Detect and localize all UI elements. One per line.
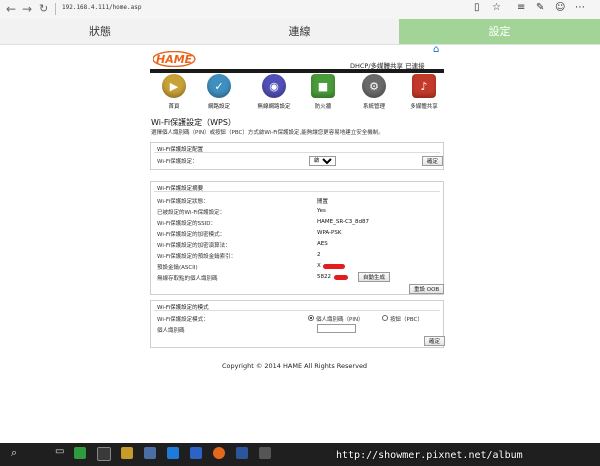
folder-icon[interactable]: [121, 447, 133, 459]
main-tabbar: 狀態 連線 設定: [0, 19, 600, 45]
config-confirm-button[interactable]: 確定: [422, 156, 444, 166]
note-icon[interactable]: ✎: [536, 2, 544, 13]
nav-label: 網路設定: [207, 104, 230, 110]
word-icon[interactable]: [236, 447, 248, 459]
wps-summary-section: Wi-Fi保護設定摘要 Wi-Fi保護設定狀態： 閒置 已被設定的Wi-Fi保護…: [150, 181, 445, 295]
pin-label: 個人識別碼: [157, 328, 185, 334]
favorite-star-icon[interactable]: ☆: [492, 2, 501, 13]
page-description: 選擇個人識別碼（PIN）或按鈕（PBC）方式啟Wi-Fi保護設定,能夠讓您更容易…: [151, 130, 384, 136]
tab-settings[interactable]: 設定: [399, 19, 600, 44]
summary-value: 閒置: [317, 199, 329, 205]
pin-option-label: 個人識別碼（PIN）: [316, 317, 364, 323]
refresh-icon[interactable]: ↻: [39, 2, 48, 15]
forward-icon[interactable]: →: [22, 2, 32, 16]
wps-enable-select[interactable]: 啟用: [309, 156, 336, 166]
nav-item-media[interactable]: ♪ 多媒體共享: [405, 74, 443, 110]
summary-label: Wi-Fi保護設定的預設金鑰索引：: [157, 254, 237, 260]
nav-item-wireless[interactable]: ◉ 無線網路設定: [255, 74, 293, 110]
browser-toolbar: ← → ↻ 192.168.4.111/home.asp ▯ ☆ ≡ ✎ ☺ ⋯: [0, 0, 600, 20]
summary-value: WPA-PSK: [317, 230, 342, 236]
summary-label: 無線存取點的個人識別碼: [157, 276, 218, 282]
nav-item-home[interactable]: ▶ 首頁: [155, 74, 193, 110]
tab-status[interactable]: 狀態: [0, 19, 200, 44]
url-divider: [55, 3, 56, 15]
logo-text: HAME: [156, 53, 193, 66]
pin-radio[interactable]: [308, 315, 314, 321]
redaction-mark: [323, 264, 345, 269]
nav-label: 多媒體共享: [410, 104, 438, 110]
browser-icon[interactable]: [167, 447, 179, 459]
search-icon[interactable]: ⌕: [11, 446, 17, 460]
more-icon[interactable]: ⋯: [575, 2, 585, 13]
tab-connection[interactable]: 連線: [200, 19, 399, 44]
nav-label: 系統管理: [362, 104, 385, 110]
app-icon[interactable]: [97, 447, 111, 461]
nav-label: 首頁: [168, 104, 180, 110]
section-divider: [154, 191, 440, 192]
play-icon: ▶: [162, 74, 186, 98]
nav-label: 防火牆: [314, 104, 332, 110]
wps-mode-label: Wi-Fi保護設定模式：: [157, 317, 209, 323]
summary-value: X: [317, 263, 321, 269]
summary-label: Wi-Fi保護設定狀態：: [157, 199, 209, 205]
copyright-text: Copyright © 2014 HAME All Rights Reserve…: [222, 362, 368, 370]
auto-generate-button[interactable]: 自動生成: [358, 272, 391, 282]
nav-label: 無線網路設定: [257, 104, 291, 110]
feedback-icon[interactable]: ☺: [555, 2, 565, 13]
firefox-icon[interactable]: [213, 447, 225, 459]
pbc-option-label: 按鈕（PBC）: [390, 317, 423, 323]
summary-label: Wi-Fi保護設定的加密演算法：: [157, 243, 231, 249]
mode-confirm-button[interactable]: 確定: [424, 336, 446, 346]
nav-item-network[interactable]: ✓ 網路設定: [200, 74, 238, 110]
wps-mode-section: Wi-Fi保護設定的模式 Wi-Fi保護設定模式： 個人識別碼（PIN） 按鈕（…: [150, 300, 446, 348]
summary-label: 已被設定的Wi-Fi保護設定：: [157, 210, 226, 216]
nav-item-system[interactable]: ⚙ 系統管理: [355, 74, 393, 110]
redaction-mark: [334, 275, 348, 280]
reading-view-icon[interactable]: ▯: [474, 2, 480, 13]
pin-input[interactable]: [317, 324, 356, 333]
nav-item-firewall[interactable]: ■ 防火牆: [304, 74, 342, 110]
shield-icon: ■: [311, 74, 335, 98]
summary-label: Wi-Fi保護設定的SSID：: [157, 221, 216, 227]
pbc-radio[interactable]: [382, 315, 388, 321]
address-bar[interactable]: 192.168.4.111/home.asp: [62, 4, 141, 11]
summary-value: 5822: [317, 274, 331, 280]
media-icon: ♪: [412, 74, 436, 98]
browser-icon[interactable]: [190, 447, 202, 459]
header-rule: [150, 69, 444, 73]
app-icon[interactable]: [144, 447, 156, 459]
wps-config-section: Wi-Fi保護設定配置 Wi-Fi保護設定： 啟用 確定: [150, 142, 444, 170]
home-icon[interactable]: ⌂: [433, 44, 439, 55]
hame-logo: HAME: [153, 51, 196, 67]
page-title: Wi-Fi保護設定（WPS）: [151, 118, 236, 127]
wifi-icon: ◉: [262, 74, 286, 98]
summary-value: AES: [317, 241, 328, 247]
summary-label: 預設金鑰(ASCII): [157, 265, 198, 271]
summary-value: HAME_SR-C3_8d87: [317, 219, 370, 225]
wps-enable-label: Wi-Fi保護設定：: [157, 159, 198, 165]
app-icon[interactable]: [74, 447, 86, 459]
back-icon[interactable]: ←: [6, 2, 16, 16]
gear-icon: ⚙: [362, 74, 386, 98]
summary-value: Yes: [317, 208, 326, 214]
section-divider: [154, 310, 440, 311]
summary-label: Wi-Fi保護設定的加密模式：: [157, 232, 226, 238]
task-view-icon[interactable]: ▭: [55, 446, 64, 457]
summary-value: 2: [317, 252, 321, 258]
app-icon[interactable]: [259, 447, 271, 459]
hub-icon[interactable]: ≡: [517, 2, 525, 13]
watermark-text: http://showmer.pixnet.net/album: [336, 450, 523, 461]
section-divider: [154, 152, 440, 153]
globe-check-icon: ✓: [207, 74, 231, 98]
reset-oob-button[interactable]: 重設 OOB: [409, 284, 445, 294]
